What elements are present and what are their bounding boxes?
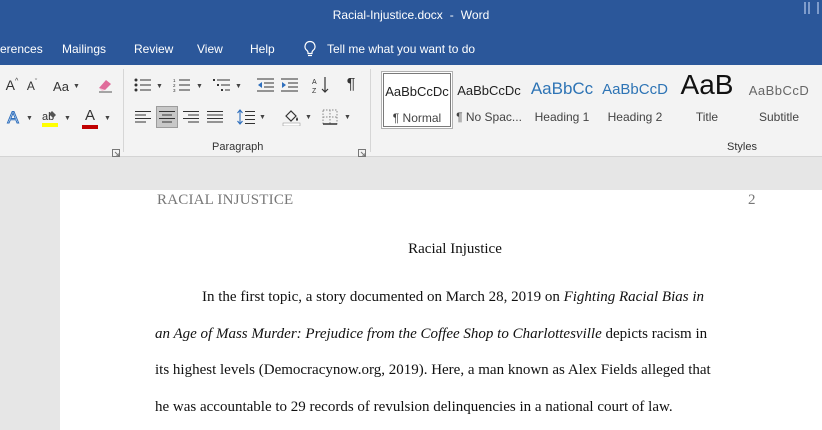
increase-indent-button[interactable] [280,76,300,94]
decrease-indent-icon [257,78,274,92]
chevron-down-icon[interactable]: ▼ [104,115,111,122]
paragraph-group-label: Paragraph [212,141,264,153]
align-left-button[interactable] [134,107,152,127]
shrink-font-button[interactable]: Aˇ [24,77,40,95]
document-canvas: RACIAL INJUSTICE 2 Racial Injustice In t… [0,157,822,430]
body-line: he was accountable to 29 records of revu… [155,399,673,415]
clear-formatting-button[interactable] [95,76,115,94]
document-title: Racial Injustice [408,241,502,257]
highlighter-icon: ab [42,111,58,127]
style-no-spacing[interactable]: AaBbCcDc ¶ No Spac... [453,71,525,129]
borders-icon [322,109,338,125]
window-title: Racial-Injustice.docx - Word [332,8,490,22]
window-control-icon[interactable] [800,0,814,16]
group-separator [123,69,124,152]
increase-indent-icon [281,78,298,92]
chevron-down-icon[interactable]: ▼ [196,83,203,90]
align-right-button[interactable] [182,107,200,127]
align-center-icon [159,111,175,123]
sort-icon: AZ [312,77,329,94]
decrease-indent-button[interactable] [256,76,276,94]
svg-text:3: 3 [173,88,176,92]
tab-view[interactable]: View [197,42,223,56]
tell-me-search[interactable]: Tell me what you want to do [302,38,475,60]
tab-help[interactable]: Help [250,42,275,56]
svg-text:Z: Z [312,88,317,94]
tab-references[interactable]: erences [0,42,43,56]
grow-font-button[interactable]: A ^ [3,76,21,94]
eraser-icon [99,80,112,93]
style-title[interactable]: AaB Title [671,69,743,129]
change-case-button[interactable]: Aa [50,77,72,95]
borders-button[interactable] [321,107,339,127]
tab-mailings[interactable]: Mailings [62,42,106,56]
chevron-down-icon[interactable]: ▼ [64,115,71,122]
running-head: RACIAL INJUSTICE [157,192,294,208]
sort-button[interactable]: AZ [311,75,331,95]
page-number: 2 [748,192,756,208]
chevron-down-icon[interactable]: ▼ [344,114,351,121]
align-left-icon [135,111,151,123]
style-subtitle[interactable]: AaBbCcD Subtitle [743,71,815,129]
style-normal[interactable]: AaBbCcDc ¶ Normal [381,71,453,129]
bullets-button[interactable] [133,76,153,94]
styles-group-label: Styles [727,141,757,153]
body-line: its highest levels (Democracynow.org, 20… [155,362,711,378]
chevron-down-icon[interactable]: ▼ [305,114,312,121]
tell-me-label: Tell me what you want to do [327,42,476,56]
align-right-icon [183,111,199,123]
line-spacing-button[interactable] [236,106,256,128]
show-formatting-marks-button[interactable]: ¶ [342,75,360,95]
bullets-icon [134,78,151,92]
tab-review[interactable]: Review [134,42,173,56]
multilevel-list-button[interactable] [212,76,232,94]
highlight-color-button[interactable]: ab [40,108,60,130]
svg-text:A: A [312,79,317,86]
group-separator [370,69,371,152]
title-bar: Racial-Injustice.docx - Word [0,0,822,33]
numbering-button[interactable]: 123 [172,76,192,94]
shading-button[interactable] [282,106,302,128]
font-color-button[interactable]: A [80,107,100,129]
justify-icon [207,111,223,123]
window-control-icon[interactable] [814,0,822,16]
font-dialog-launcher-icon[interactable] [112,144,120,157]
styles-gallery: AaBbCcDc ¶ Normal AaBbCcDc ¶ No Spac... … [379,69,822,130]
lightbulb-icon [304,40,316,57]
ribbon: A^ Aˇ Aa ▼ A ▼ ab ▼ A ▼ ▼ 123 ▼ ▼ AZ ¶ [0,65,822,157]
numbering-icon: 123 [173,78,190,92]
body-line: an Age of Mass Murder: Prejudice from th… [155,326,708,342]
chevron-down-icon[interactable]: ▼ [156,83,163,90]
align-center-button[interactable] [156,106,178,128]
chevron-down-icon[interactable]: ▼ [259,114,266,121]
body-line: In the first topic, a story documented o… [202,289,704,305]
document-page[interactable]: RACIAL INJUSTICE 2 Racial Injustice In t… [60,190,822,430]
ribbon-tabs: erences Mailings Review View Help Tell m… [0,33,822,65]
chevron-down-icon[interactable]: ▼ [26,115,33,122]
line-spacing-icon [237,109,255,125]
paint-bucket-icon [282,110,301,126]
justify-button[interactable] [206,107,224,127]
chevron-down-icon[interactable]: ▼ [73,83,80,90]
style-heading-1[interactable]: AaBbCc Heading 1 [526,71,598,129]
style-heading-2[interactable]: AaBbCcD Heading 2 [599,71,671,129]
paragraph-dialog-launcher-icon[interactable] [358,144,366,157]
multilevel-list-icon [213,79,230,91]
pilcrow-icon: ¶ [346,76,356,93]
text-effects-button[interactable]: A [3,108,23,128]
chevron-down-icon[interactable]: ▼ [235,83,242,90]
